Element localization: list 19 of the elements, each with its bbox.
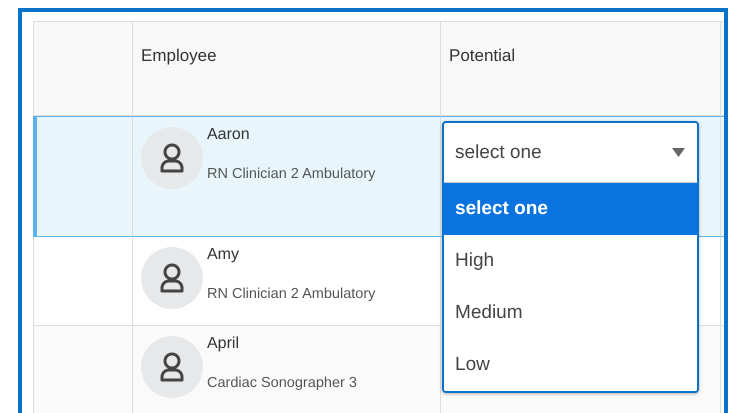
person-icon bbox=[159, 351, 185, 383]
employee-name: Amy bbox=[207, 245, 240, 264]
person-icon bbox=[159, 262, 185, 294]
job-title: RN Clinician 2 Ambulatory bbox=[207, 286, 376, 302]
dropdown-option[interactable]: Medium bbox=[444, 287, 697, 339]
job-title: Cardiac Sonographer 3 bbox=[207, 375, 357, 391]
dropdown-option[interactable]: Low bbox=[444, 339, 697, 391]
employee-cell[interactable]: Amy RN Clinician 2 Ambulatory bbox=[133, 237, 441, 326]
dropdown-option[interactable]: select one bbox=[444, 183, 697, 235]
person-icon bbox=[159, 142, 185, 174]
dropdown-option[interactable]: High bbox=[444, 235, 697, 287]
job-title: RN Clinician 2 Ambulatory bbox=[207, 166, 376, 182]
employee-cell[interactable]: Aaron RN Clinician 2 Ambulatory bbox=[133, 116, 441, 237]
employee-name: April bbox=[207, 334, 240, 353]
column-header: Potential bbox=[441, 22, 721, 116]
column-header: Employee bbox=[133, 22, 441, 116]
caret-icon bbox=[672, 148, 685, 157]
employee-name: Aaron bbox=[207, 125, 251, 144]
employee-cell[interactable]: April Cardiac Sonographer 3 bbox=[133, 326, 441, 413]
